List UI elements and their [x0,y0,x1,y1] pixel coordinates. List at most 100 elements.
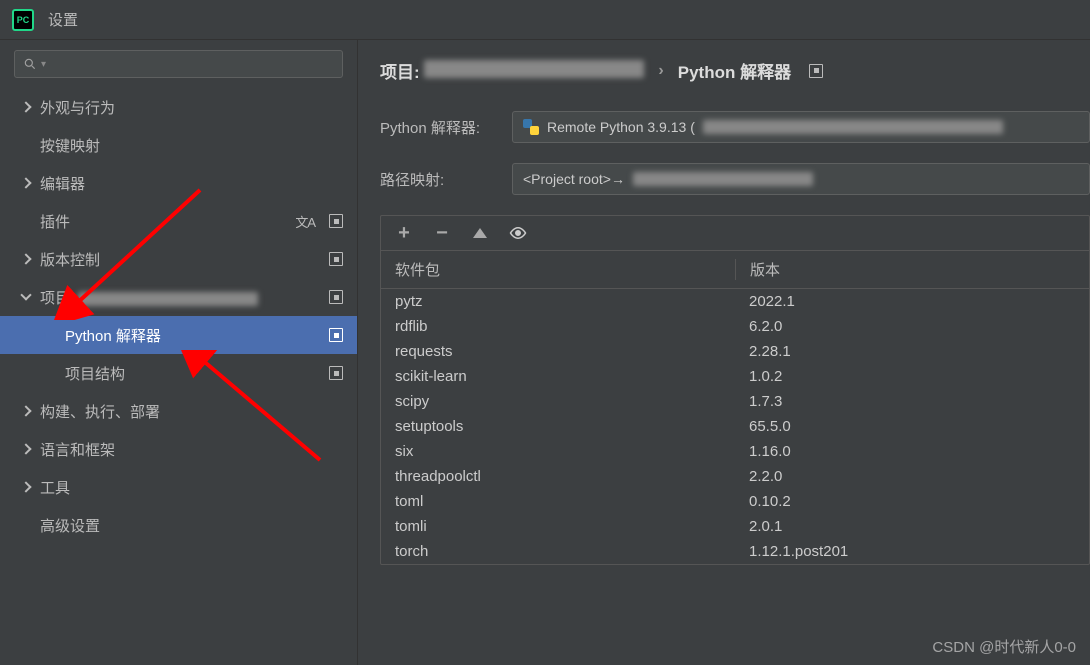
packages-header: 软件包 版本 [381,251,1089,289]
chevron-icon [20,289,31,300]
settings-tree: 外观与行为按键映射编辑器插件文A 版本控制项目: Python 解释器项目结构构建… [0,88,357,544]
package-row[interactable]: scikit-learn1.0.2 [381,364,1089,389]
package-version: 1.12.1.post201 [735,543,1075,560]
tree-item-label: 按键映射 [40,135,343,156]
tree-item-label: 外观与行为 [40,97,343,118]
breadcrumb-project: 项目: [380,58,644,83]
chevron-icon [20,405,31,416]
titlebar: PC 设置 [0,0,1090,40]
package-version: 1.16.0 [735,443,1075,460]
package-name: tomli [395,518,735,535]
pathmap-input[interactable]: <Project root>→ [512,163,1090,195]
show-early-releases-button[interactable] [509,224,527,242]
chevron-icon [20,481,31,492]
interpreter-row: Python 解释器: Remote Python 3.9.13 ( [380,111,1090,143]
package-row[interactable]: scipy1.7.3 [381,389,1089,414]
package-name: requests [395,343,735,360]
per-project-icon [329,214,343,228]
packages-toolbar [381,216,1089,251]
package-version: 2.28.1 [735,343,1075,360]
package-row[interactable]: setuptools65.5.0 [381,414,1089,439]
package-version: 2022.1 [735,293,1075,310]
pathmap-label: 路径映射: [380,169,496,190]
package-name: threadpoolctl [395,468,735,485]
tree-item-0[interactable]: 外观与行为 [0,88,357,126]
chevron-icon [20,101,31,112]
breadcrumb-current: Python 解释器 [678,58,791,83]
package-version: 1.7.3 [735,393,1075,410]
tree-item-label: 高级设置 [40,515,343,536]
package-row[interactable]: pytz2022.1 [381,289,1089,314]
tree-item-3[interactable]: 插件文A [0,202,357,240]
package-name: toml [395,493,735,510]
tree-item-label: 构建、执行、部署 [40,401,343,422]
per-project-icon [809,64,823,78]
package-version: 2.0.1 [735,518,1075,535]
tree-item-11[interactable]: 高级设置 [0,506,357,544]
interpreter-select[interactable]: Remote Python 3.9.13 ( [512,111,1090,143]
tree-item-2[interactable]: 编辑器 [0,164,357,202]
breadcrumb-separator: › [658,62,663,80]
pathmap-value: <Project root>→ [523,171,625,187]
tree-item-4[interactable]: 版本控制 [0,240,357,278]
tree-item-label: 插件 [40,211,285,232]
per-project-icon [329,290,343,304]
package-name: scikit-learn [395,368,735,385]
package-row[interactable]: rdflib6.2.0 [381,314,1089,339]
search-input[interactable]: ▾ [14,50,343,78]
tree-item-label: 版本控制 [40,249,319,270]
per-project-icon [329,328,343,342]
column-version[interactable]: 版本 [735,259,1075,280]
package-row[interactable]: toml0.10.2 [381,489,1089,514]
per-project-icon [329,366,343,380]
tree-item-label: 编辑器 [40,173,343,194]
translate-icon: 文A [295,212,315,231]
window-title: 设置 [48,9,78,30]
per-project-icon [329,252,343,266]
package-version: 65.5.0 [735,418,1075,435]
app-icon: PC [12,9,34,31]
package-version: 2.2.0 [735,468,1075,485]
tree-item-9[interactable]: 语言和框架 [0,430,357,468]
package-version: 1.0.2 [735,368,1075,385]
tree-item-6[interactable]: Python 解释器 [0,316,357,354]
package-row[interactable]: six1.16.0 [381,439,1089,464]
package-row[interactable]: torch1.12.1.post201 [381,539,1089,564]
tree-item-label: 项目: [40,287,319,308]
packages-list: pytz2022.1rdflib6.2.0requests2.28.1sciki… [381,289,1089,564]
upgrade-package-button[interactable] [471,224,489,242]
pathmap-row: 路径映射: <Project root>→ [380,163,1090,195]
interpreter-value: Remote Python 3.9.13 ( [547,119,695,135]
breadcrumb: 项目: › Python 解释器 [380,58,1090,83]
chevron-icon [20,253,31,264]
package-name: pytz [395,293,735,310]
package-row[interactable]: requests2.28.1 [381,339,1089,364]
tree-item-label: Python 解释器 [65,325,319,346]
search-icon [23,57,37,71]
tree-item-label: 语言和框架 [40,439,343,460]
python-icon [523,119,539,135]
watermark: CSDN @时代新人0-0 [932,636,1076,657]
package-row[interactable]: tomli2.0.1 [381,514,1089,539]
tree-item-7[interactable]: 项目结构 [0,354,357,392]
tree-item-label: 工具 [40,477,343,498]
package-name: six [395,443,735,460]
tree-item-10[interactable]: 工具 [0,468,357,506]
column-package[interactable]: 软件包 [395,259,735,280]
package-name: rdflib [395,318,735,335]
content-panel: 项目: › Python 解释器 Python 解释器: Remote Pyth… [358,40,1090,665]
tree-item-5[interactable]: 项目: [0,278,357,316]
tree-item-8[interactable]: 构建、执行、部署 [0,392,357,430]
package-name: setuptools [395,418,735,435]
tree-item-1[interactable]: 按键映射 [0,126,357,164]
chevron-icon [20,443,31,454]
package-row[interactable]: threadpoolctl2.2.0 [381,464,1089,489]
package-version: 6.2.0 [735,318,1075,335]
add-package-button[interactable] [395,224,413,242]
package-version: 0.10.2 [735,493,1075,510]
packages-panel: 软件包 版本 pytz2022.1rdflib6.2.0requests2.28… [380,215,1090,565]
remove-package-button[interactable] [433,224,451,242]
sidebar: ▾ 外观与行为按键映射编辑器插件文A 版本控制项目: Python 解释器项目结构… [0,40,358,665]
package-name: scipy [395,393,735,410]
tree-item-label: 项目结构 [65,363,319,384]
